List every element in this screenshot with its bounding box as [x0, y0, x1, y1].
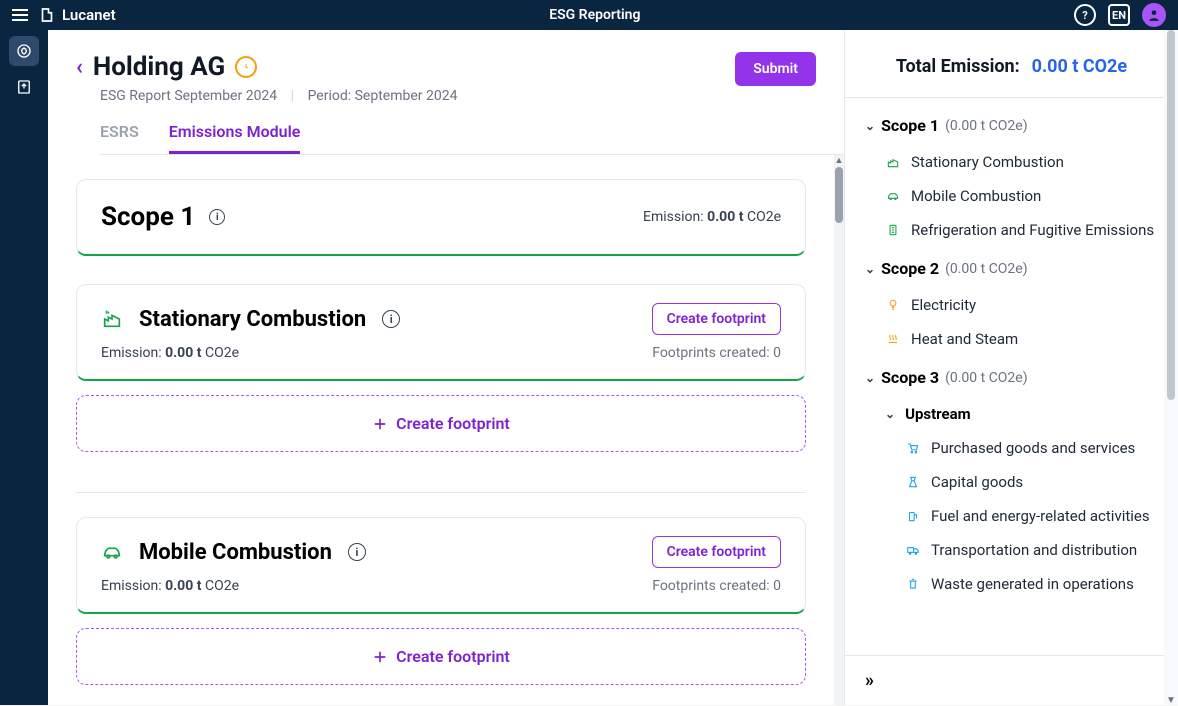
- stationary-title: Stationary Combustion: [139, 307, 366, 332]
- chevron-down-icon: ⌄: [865, 119, 875, 133]
- scope-1-title: Scope 1: [101, 202, 195, 232]
- period-label: Period: September 2024: [308, 88, 458, 104]
- expand-icon[interactable]: »: [865, 670, 870, 691]
- back-chevron-icon[interactable]: ‹: [76, 55, 83, 80]
- tree-item-capital-goods[interactable]: Capital goods: [865, 465, 1172, 499]
- page-title: Holding AG: [93, 52, 225, 82]
- chevron-down-icon: ⌄: [885, 407, 895, 421]
- report-name: ESG Report September 2024: [100, 88, 277, 104]
- info-icon[interactable]: i: [382, 310, 400, 328]
- topbar: Lucanet ESG Reporting ? EN: [0, 0, 1178, 30]
- tree-item-upstream[interactable]: ⌄ Upstream: [865, 397, 1172, 431]
- tree-item-heat[interactable]: Heat and Steam: [865, 322, 1172, 356]
- scope-1-card[interactable]: Scope 1 i Emission: 0.00 t CO2e: [76, 179, 806, 256]
- sidebar-tree[interactable]: ⌄ Scope 1 (0.00 t CO2e) Stationary Combu…: [845, 98, 1178, 655]
- tree-item-stationary[interactable]: Stationary Combustion: [865, 145, 1172, 179]
- refrigeration-icon: [885, 222, 901, 238]
- sidebar-header: Total Emission: 0.00 t CO2e: [845, 30, 1178, 98]
- tree-item-refrigeration[interactable]: Refrigeration and Fugitive Emissions: [865, 213, 1172, 247]
- truck-icon: [905, 542, 921, 558]
- emissions-sidebar: Total Emission: 0.00 t CO2e ⌄ Scope 1 (0…: [844, 30, 1178, 705]
- mobile-emission: Emission: 0.00 t CO2e: [101, 578, 239, 594]
- factory-icon: [885, 154, 901, 170]
- tree-scope-2[interactable]: ⌄ Scope 2 (0.00 t CO2e): [865, 259, 1172, 278]
- tree-item-waste[interactable]: Waste generated in operations: [865, 567, 1172, 601]
- menu-toggle-icon[interactable]: [12, 9, 28, 21]
- app-title: ESG Reporting: [116, 7, 1074, 23]
- chevron-down-icon: ⌄: [865, 371, 875, 385]
- create-footprint-dashed[interactable]: Create footprint: [76, 395, 806, 452]
- nav-item-esg[interactable]: [9, 36, 39, 66]
- tree-item-transport[interactable]: Transportation and distribution: [865, 533, 1172, 567]
- content-scroll[interactable]: Scope 1 i Emission: 0.00 t CO2e: [76, 155, 834, 705]
- submit-button[interactable]: Submit: [735, 52, 816, 86]
- info-icon[interactable]: i: [348, 543, 366, 561]
- tree-scope-3[interactable]: ⌄ Scope 3 (0.00 t CO2e): [865, 368, 1172, 387]
- mobile-combustion-card: Mobile Combustion i Create footprint Emi…: [76, 517, 806, 614]
- brand-logo[interactable]: Lucanet: [38, 6, 116, 24]
- nav-item-export[interactable]: [9, 72, 39, 102]
- capital-icon: [905, 474, 921, 490]
- mobile-footprint-count: Footprints created: 0: [652, 578, 781, 594]
- nav-rail: [0, 30, 48, 705]
- stationary-combustion-card: Stationary Combustion i Create footprint…: [76, 284, 806, 381]
- factory-icon: [101, 308, 123, 330]
- chevron-down-icon: ⌄: [865, 262, 875, 276]
- clock-icon[interactable]: [235, 56, 257, 78]
- create-footprint-dashed[interactable]: Create footprint: [76, 628, 806, 685]
- lightbulb-icon: [885, 297, 901, 313]
- total-emission-label: Total Emission:: [896, 56, 1020, 77]
- car-icon: [101, 541, 123, 563]
- scope-1-emission: Emission: 0.00 t CO2e: [643, 209, 781, 225]
- tabs: ESRS Emissions Module: [100, 122, 844, 155]
- tab-esrs[interactable]: ESRS: [100, 122, 139, 154]
- brand-name: Lucanet: [62, 6, 116, 24]
- trash-icon: [905, 576, 921, 592]
- language-switcher[interactable]: EN: [1108, 4, 1130, 26]
- tab-emissions-module[interactable]: Emissions Module: [169, 122, 301, 154]
- create-footprint-button[interactable]: Create footprint: [652, 536, 781, 568]
- content-scrollbar[interactable]: ▲: [834, 155, 844, 705]
- sidebar-footer: »: [845, 655, 1178, 705]
- tree-item-electricity[interactable]: Electricity: [865, 288, 1172, 322]
- stationary-footprint-count: Footprints created: 0: [652, 345, 781, 361]
- help-icon[interactable]: ?: [1074, 4, 1096, 26]
- mobile-title: Mobile Combustion: [139, 540, 332, 565]
- stationary-emission: Emission: 0.00 t CO2e: [101, 345, 239, 361]
- cart-icon: [905, 440, 921, 456]
- divider: [76, 492, 806, 493]
- tree-item-fuel-energy[interactable]: Fuel and energy-related activities: [865, 499, 1172, 533]
- subtitle: ESG Report September 2024 | Period: Sept…: [100, 88, 457, 104]
- heat-icon: [885, 331, 901, 347]
- tree-scope-1[interactable]: ⌄ Scope 1 (0.00 t CO2e): [865, 116, 1172, 135]
- create-footprint-button[interactable]: Create footprint: [652, 303, 781, 335]
- car-icon: [885, 188, 901, 204]
- logo-icon: [38, 6, 56, 24]
- total-emission-value: 0.00 t CO2e: [1032, 56, 1127, 77]
- main-panel: ‹ Holding AG ESG Report September 2024 |…: [48, 30, 1178, 705]
- tree-item-purchased-goods[interactable]: Purchased goods and services: [865, 431, 1172, 465]
- tree-item-mobile[interactable]: Mobile Combustion: [865, 179, 1172, 213]
- page-scrollbar[interactable]: ▲ ▼: [1164, 30, 1178, 705]
- info-icon[interactable]: i: [209, 209, 225, 225]
- fuel-icon: [905, 508, 921, 524]
- user-avatar[interactable]: [1142, 3, 1166, 27]
